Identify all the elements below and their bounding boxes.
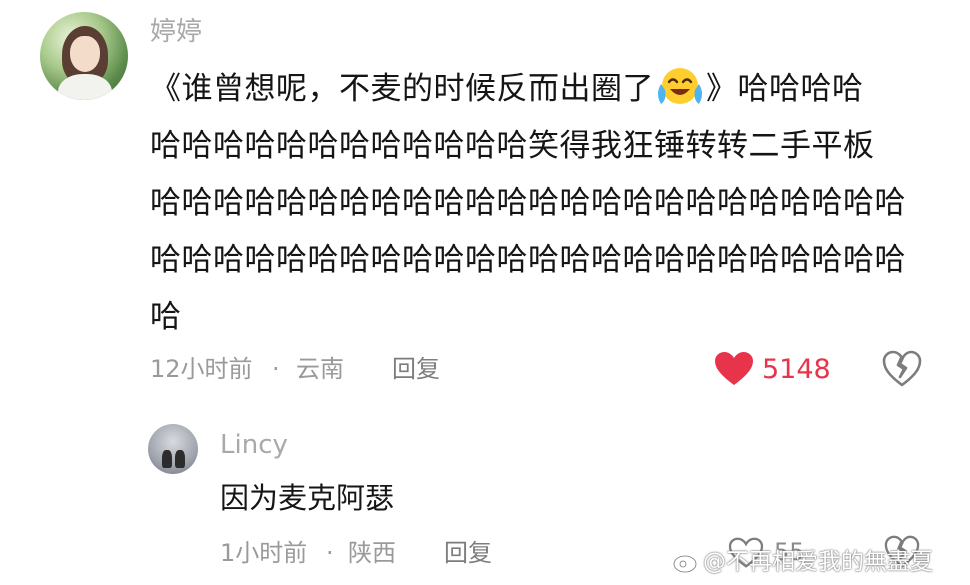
avatar-body <box>58 74 112 100</box>
avatar[interactable] <box>40 12 128 100</box>
comment-text-line-5: 哈 <box>150 299 182 335</box>
reply-reply-button[interactable]: 回复 <box>444 541 492 565</box>
heart-icon[interactable] <box>714 351 754 387</box>
comment-meta-separator: · <box>272 355 280 383</box>
comment-reply-button[interactable]: 回复 <box>392 357 440 381</box>
comment-location: 云南 <box>296 355 344 383</box>
comment-time: 12小时前 <box>150 355 253 383</box>
comment-text-line-3: 哈哈哈哈哈哈哈哈哈哈哈哈哈哈哈哈哈哈哈哈哈哈哈哈 <box>150 185 906 221</box>
reply-username[interactable]: Lincy <box>220 432 288 458</box>
watermark-text: @不再相爱我的無盡夏 <box>703 549 933 575</box>
comment-text-line-2: 哈哈哈哈哈哈哈哈哈哈哈哈笑得我狂锤转转二手平板 <box>150 128 875 164</box>
comment-text-line-4: 哈哈哈哈哈哈哈哈哈哈哈哈哈哈哈哈哈哈哈哈哈哈哈哈 <box>150 242 906 278</box>
comment-like-count: 5148 <box>762 354 831 385</box>
reply-avatar[interactable] <box>148 424 198 474</box>
crying-laughing-emoji-icon <box>655 66 705 108</box>
reply-meta-separator: · <box>326 539 334 567</box>
broken-heart-icon[interactable] <box>882 350 922 388</box>
avatar-face <box>70 36 100 72</box>
weibo-logo-icon <box>672 548 702 574</box>
reply-time: 1小时前 <box>220 539 308 567</box>
reply-avatar-figure <box>162 450 172 468</box>
comment-username[interactable]: 婷婷 <box>150 19 202 45</box>
reply-location: 陕西 <box>348 539 396 567</box>
reply-avatar-figure <box>175 450 185 468</box>
reply-text: 因为麦克阿瑟 <box>220 481 395 515</box>
comment-text-line-1: 《谁曾想呢，不麦的时候反而出圈了 》哈哈哈哈 <box>150 61 864 118</box>
